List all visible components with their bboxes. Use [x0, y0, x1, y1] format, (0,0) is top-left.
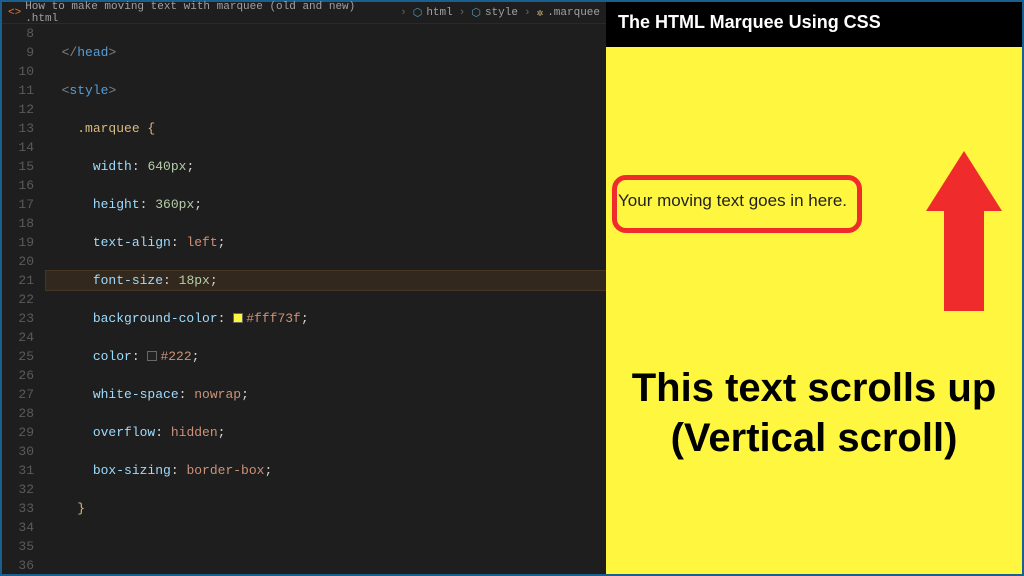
line-number: 18: [2, 214, 34, 233]
marquee-container: Your moving text goes in here. This text…: [606, 47, 1022, 574]
element-icon: ⬡: [471, 6, 481, 20]
line-number: 24: [2, 328, 34, 347]
line-number: 27: [2, 385, 34, 404]
breadcrumb-style[interactable]: style: [485, 7, 518, 19]
preview-heading: The HTML Marquee Using CSS: [606, 2, 1022, 47]
line-number: 9: [2, 43, 34, 62]
line-number: 19: [2, 233, 34, 252]
code-editor-pane: <> How to make moving text with marquee …: [2, 2, 606, 574]
line-number: 25: [2, 347, 34, 366]
browser-preview-pane: The HTML Marquee Using CSS Your moving t…: [606, 2, 1022, 574]
line-number: 35: [2, 537, 34, 556]
line-number: 21: [2, 271, 34, 290]
code-area[interactable]: 8 9 10 11 12 13 14 15 16 17 18 19 20 21 …: [2, 24, 606, 574]
line-number: 26: [2, 366, 34, 385]
line-number: 34: [2, 518, 34, 537]
color-swatch-icon: [233, 313, 243, 323]
line-number: 17: [2, 195, 34, 214]
breadcrumb-selector[interactable]: .marquee: [547, 7, 600, 19]
selector-icon: ✲: [537, 6, 544, 20]
line-number: 29: [2, 423, 34, 442]
line-number: 13: [2, 119, 34, 138]
line-number: 10: [2, 62, 34, 81]
line-number: 8: [2, 24, 34, 43]
line-number: 30: [2, 442, 34, 461]
line-number-gutter: 8 9 10 11 12 13 14 15 16 17 18 19 20 21 …: [2, 24, 46, 574]
marquee-moving-text: Your moving text goes in here.: [618, 191, 847, 211]
code-content[interactable]: </head> <style> .marquee { width: 640px;…: [46, 24, 606, 574]
line-number: 12: [2, 100, 34, 119]
line-number: 36: [2, 556, 34, 574]
line-number: 15: [2, 157, 34, 176]
line-number: 16: [2, 176, 34, 195]
line-number: 11: [2, 81, 34, 100]
annotation-caption: This text scrolls up (Vertical scroll): [606, 363, 1022, 463]
file-icon: <>: [8, 7, 21, 19]
color-swatch-icon: [147, 351, 157, 361]
line-number: 32: [2, 480, 34, 499]
chevron-right-icon: ›: [400, 7, 407, 19]
line-number: 28: [2, 404, 34, 423]
breadcrumb-file[interactable]: How to make moving text with marquee (ol…: [25, 1, 394, 25]
line-number: 31: [2, 461, 34, 480]
breadcrumb[interactable]: <> How to make moving text with marquee …: [2, 2, 606, 24]
breadcrumb-html[interactable]: html: [426, 7, 452, 19]
line-number: 23: [2, 309, 34, 328]
arrow-up-icon: [928, 151, 1000, 311]
chevron-right-icon: ›: [459, 7, 466, 19]
line-number: 14: [2, 138, 34, 157]
line-number: 33: [2, 499, 34, 518]
line-number: 20: [2, 252, 34, 271]
chevron-right-icon: ›: [524, 7, 531, 19]
line-number: 22: [2, 290, 34, 309]
element-icon: ⬡: [413, 6, 423, 20]
